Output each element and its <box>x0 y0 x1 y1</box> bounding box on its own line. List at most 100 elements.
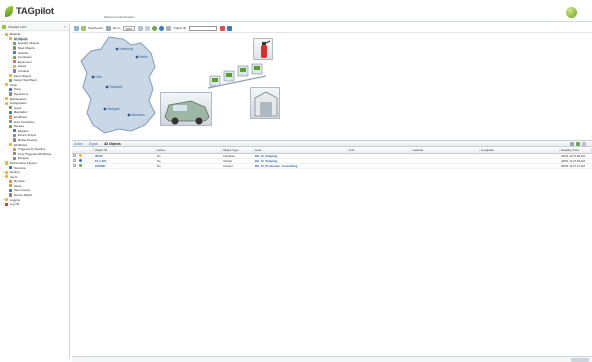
table-cell <box>348 164 412 168</box>
refresh-icon[interactable] <box>152 25 158 31</box>
row-checkbox[interactable] <box>73 154 76 157</box>
tree-node-icon <box>13 51 17 55</box>
app-logo[interactable]: TAGpilot <box>5 5 54 17</box>
app-name: TAGpilot <box>16 5 54 17</box>
scroll-thumb[interactable] <box>571 358 589 362</box>
grid-tools <box>570 141 588 146</box>
sidebar-item-label: Assign Tag/Object <box>13 78 37 83</box>
table-cell: BH_10_Shipping <box>254 159 348 163</box>
object-type-icon <box>79 154 82 157</box>
gate-tile[interactable] <box>250 87 280 119</box>
city-label: Berlin <box>140 55 148 59</box>
sidebar-item-label: Containers <box>17 55 32 60</box>
grid-refresh-icon[interactable] <box>576 141 580 146</box>
sidebar-item-label: Readers <box>17 128 29 133</box>
settings-icon[interactable] <box>582 141 586 146</box>
table-cell: No <box>156 164 222 168</box>
tree-node-icon <box>13 41 17 46</box>
search-icon[interactable] <box>226 25 232 31</box>
copy-icon[interactable] <box>570 141 574 146</box>
table-row[interactable]: 2116807 No Content BH_10_Production_Assembl… <box>72 164 592 169</box>
table-cell <box>412 159 480 163</box>
table-cell: Container <box>222 154 254 158</box>
sidebar-item[interactable]: Log Off <box>0 202 69 207</box>
sidebar-item-label: Overview <box>13 165 26 170</box>
sidebar-item-label: My Data <box>13 179 25 184</box>
row-checkbox[interactable] <box>73 159 76 162</box>
tab-all-objects[interactable]: All Objects <box>104 142 121 146</box>
column-header[interactable]: Reading Time <box>560 148 592 153</box>
cell-link[interactable]: BH_10_Shipping <box>255 159 277 163</box>
cell-text: 4/8/11 11:37:28 AM <box>561 158 585 163</box>
city-marker-icon[interactable] <box>91 75 95 79</box>
table-cell: 4/8/11 11:37:27 AM <box>560 164 592 168</box>
table-cell: FA 1-207 <box>94 159 156 163</box>
sidebar-item-label: Users <box>13 183 22 188</box>
cell-link[interactable]: BH_10_Shipping <box>255 154 277 158</box>
table-cell <box>348 159 412 163</box>
tree-node-icon <box>5 161 9 165</box>
sidebar-item-label: Logging <box>9 197 20 202</box>
collapse-sidebar-icon[interactable]: « <box>64 25 66 29</box>
print-icon[interactable] <box>166 25 172 31</box>
row-checkbox[interactable] <box>73 164 76 167</box>
table-cell <box>72 154 94 158</box>
sidebar-item-label: Maintenance <box>9 96 27 101</box>
tab-export[interactable]: Export <box>89 142 98 146</box>
city-marker-icon[interactable] <box>103 107 107 111</box>
tree-node-icon <box>9 124 13 128</box>
table-cell: No <box>156 159 222 163</box>
app-header: TAGpilot Welcome Administrator <box>0 0 592 22</box>
cell-link[interactable]: 00010 <box>95 154 103 158</box>
sidebar-item-label: Access Rights <box>13 193 33 198</box>
column-header[interactable]: Object ID <box>94 148 156 153</box>
info-icon[interactable] <box>159 25 165 31</box>
clear-icon[interactable] <box>219 25 225 31</box>
move-icon[interactable] <box>105 25 111 31</box>
column-header[interactable]: Latitude <box>412 148 480 153</box>
sidebar-item-label: Track <box>9 82 17 87</box>
cell-link[interactable]: BH_10_Production_Assembling <box>255 164 297 168</box>
tree-node-icon <box>9 119 13 124</box>
tree-node-icon <box>5 175 9 179</box>
column-header[interactable]: Longitude <box>480 148 560 153</box>
dashboard-label[interactable]: Dashboard <box>88 26 103 30</box>
cell-text: No <box>157 163 161 168</box>
cell-link[interactable]: 2116807 <box>95 164 106 168</box>
tab-action[interactable]: Action <box>74 142 83 146</box>
user-avatar[interactable] <box>566 7 577 18</box>
back-icon[interactable] <box>74 25 79 31</box>
sidebar-item-label: Contacts <box>17 69 30 74</box>
zoom-label: Zoom <box>112 26 121 30</box>
column-header[interactable]: Object Type <box>222 148 254 153</box>
column-header[interactable]: Active <box>156 148 222 153</box>
table-cell <box>412 164 480 168</box>
table-cell: 4/8/11 11:37:28 AM <box>560 159 592 163</box>
objectid-input[interactable] <box>188 25 217 31</box>
fire-extinguisher-tile[interactable] <box>253 38 273 60</box>
column-header[interactable]: Area <box>254 148 348 153</box>
tree-node-icon <box>9 92 13 96</box>
tree-node-icon <box>9 184 13 188</box>
sidebar-item-label: Map Editor <box>13 110 28 115</box>
horizontal-scrollbar[interactable] <box>72 356 592 362</box>
home-icon[interactable] <box>81 25 86 31</box>
sidebar-item-label: Users <box>9 174 18 179</box>
tree-node-icon <box>5 97 9 101</box>
table-cell: Content <box>222 164 254 168</box>
column-header[interactable]: Unit <box>348 148 412 153</box>
zoom-select[interactable]: 100% <box>123 25 136 31</box>
city-marker-icon[interactable] <box>135 55 139 59</box>
table-cell: 00010 <box>94 154 156 158</box>
table-cell <box>72 159 94 163</box>
city-label: Stuttgart <box>108 107 120 111</box>
sidebar-root-label: TAGpilot 4.0.0 <box>8 24 27 29</box>
cell-text: Content <box>223 163 233 168</box>
column-header[interactable] <box>72 148 94 153</box>
grid-icon[interactable] <box>138 25 144 31</box>
vehicle-tile[interactable] <box>160 92 212 126</box>
city-marker-icon[interactable] <box>115 47 119 51</box>
city-marker-icon[interactable] <box>127 113 131 117</box>
city-marker-icon[interactable] <box>105 85 109 89</box>
cell-link[interactable]: FA 1-207 <box>95 159 106 163</box>
